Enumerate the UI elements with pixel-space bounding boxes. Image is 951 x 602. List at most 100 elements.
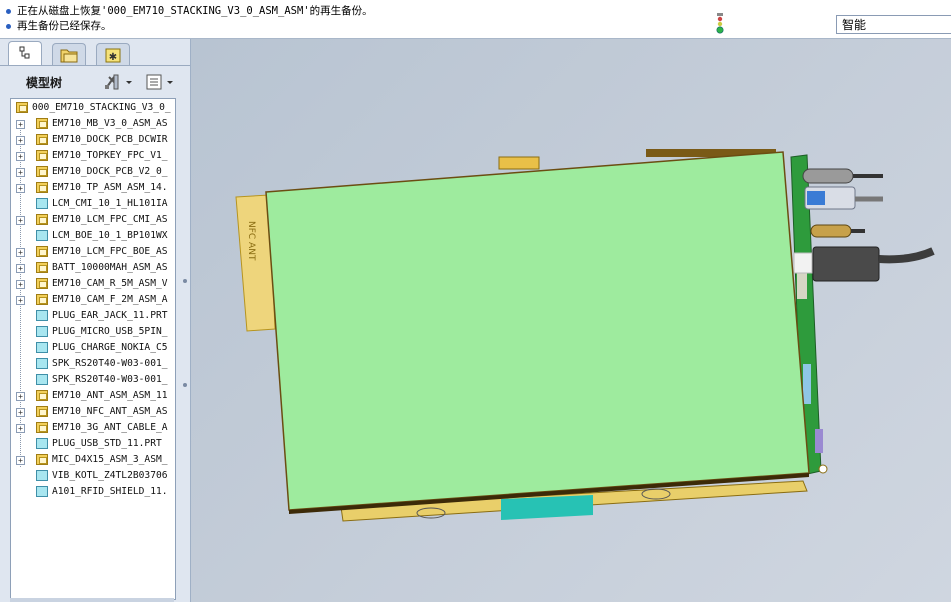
tree-item[interactable]: LCM_CMI_10_1_HL101IA (11, 196, 175, 212)
tree-title: 模型树 (26, 76, 63, 90)
expand-icon[interactable]: + (16, 392, 25, 401)
tree-item[interactable]: PLUG_CHARGE_NOKIA_C5 (11, 340, 175, 356)
tree-item[interactable]: + EM710_CAM_F_2M_ASM_A (11, 292, 175, 308)
smart-filter-select[interactable]: 智能 (836, 15, 951, 34)
part-icon (36, 470, 48, 481)
expand-icon[interactable]: + (16, 296, 25, 305)
tree-item-label: PLUG_CHARGE_NOKIA_C5 (52, 342, 168, 353)
tree-item-label: EM710_3G_ANT_CABLE_A (52, 422, 168, 433)
tree-item[interactable]: PLUG_MICRO_USB_5PIN_ (11, 324, 175, 340)
tree-item-label: A101_RFID_SHIELD_11. (52, 486, 168, 497)
tree-item[interactable]: A101_RFID_SHIELD_11. (11, 484, 175, 500)
expand-icon[interactable]: + (16, 248, 25, 257)
tree-header: 模型树 (6, 69, 184, 95)
folder-browser-tab-icon (60, 49, 78, 63)
tree-item[interactable]: LCM_BOE_10_1_BP101WX (11, 228, 175, 244)
tree-item-label: EM710_DOCK_PCB_DCWIR (52, 134, 168, 145)
assembly-icon (36, 246, 48, 257)
tree-item[interactable]: PLUG_EAR_JACK_11.PRT (11, 308, 175, 324)
tree-tools-button[interactable] (101, 72, 137, 92)
tree-item[interactable]: + EM710_ANT_ASM_ASM_11 (11, 388, 175, 404)
lcd-panel[interactable] (265, 151, 810, 511)
3d-model[interactable]: NFC ANT (191, 39, 951, 602)
assembly-icon (36, 454, 48, 465)
connector-part[interactable] (803, 364, 811, 404)
tree-item[interactable]: + MIC_D4X15_ASM_3_ASM_ (11, 452, 175, 468)
tree-item[interactable]: SPK_RS20T40-W03-001_ (11, 356, 175, 372)
tree-item-label: EM710_TP_ASM_ASM_14. (52, 182, 168, 193)
tree-item-label: EM710_CAM_F_2M_ASM_A (52, 294, 168, 305)
expand-icon[interactable]: + (16, 280, 25, 289)
tree-item-label: LCM_BOE_10_1_BP101WX (52, 230, 168, 241)
assembly-icon (36, 422, 48, 433)
tree-item-label: SPK_RS20T40-W03-001_ (52, 358, 168, 369)
nfc-label: NFC ANT (246, 221, 256, 261)
tree-item[interactable]: VIB_KOTL_Z4TL2B03706 (11, 468, 175, 484)
model-tree-tab-icon (19, 46, 30, 59)
tab-folder-browser[interactable] (52, 43, 86, 66)
part-icon (36, 230, 48, 241)
tree-item-label: PLUG_USB_STD_11.PRT (52, 438, 162, 449)
status-light-icon[interactable] (715, 13, 725, 35)
tree-item-label: EM710_MB_V3_0_ASM_AS (52, 118, 168, 129)
expand-icon[interactable]: + (16, 408, 25, 417)
tree-item[interactable]: + EM710_3G_ANT_CABLE_A (11, 420, 175, 436)
hdmi-plug[interactable] (812, 246, 880, 282)
tree-item-label: EM710_DOCK_PCB_V2_0_ (52, 166, 168, 177)
assembly-icon (36, 390, 48, 401)
tab-favorites[interactable]: ✱ (96, 43, 130, 66)
mic-part[interactable] (815, 429, 823, 453)
tree-item[interactable]: + EM710_LCM_FPC_CMI_AS (11, 212, 175, 228)
horizontal-scrollbar[interactable] (10, 598, 174, 602)
bottom-flex-part[interactable] (501, 495, 593, 520)
tree-item[interactable]: + EM710_TP_ASM_ASM_14. (11, 180, 175, 196)
part-icon (36, 198, 48, 209)
tree-item[interactable]: + BATT_10000MAH_ASM_AS (11, 260, 175, 276)
top-connector-part[interactable] (498, 156, 540, 170)
expand-icon[interactable]: + (16, 136, 25, 145)
tree-item-label: EM710_TOPKEY_FPC_V1_ (52, 150, 168, 161)
expand-icon[interactable]: + (16, 168, 25, 177)
panel-splitter[interactable] (182, 249, 188, 459)
expand-icon[interactable]: + (16, 120, 25, 129)
expand-icon[interactable]: + (16, 456, 25, 465)
expand-icon[interactable]: + (16, 184, 25, 193)
tab-model-tree[interactable] (8, 41, 42, 66)
tree-item[interactable]: + EM710_MB_V3_0_ASM_AS (11, 116, 175, 132)
mounting-hole-part[interactable] (818, 464, 828, 474)
expand-icon[interactable]: + (16, 264, 25, 273)
part-icon (36, 438, 48, 449)
tree-item-label: VIB_KOTL_Z4TL2B03706 (52, 470, 168, 481)
favorites-tab-icon: ✱ (105, 48, 121, 63)
chevron-down-icon (126, 81, 132, 84)
tree-item-label: EM710_LCM_FPC_CMI_AS (52, 214, 168, 225)
charge-plug[interactable] (810, 224, 852, 238)
assembly-icon (36, 294, 48, 305)
tree-root[interactable]: 000_EM710_STACKING_V3_0_ (11, 100, 175, 116)
tree-item[interactable]: PLUG_USB_STD_11.PRT (11, 436, 175, 452)
expand-icon[interactable]: + (16, 152, 25, 161)
tree-item[interactable]: SPK_RS20T40-W03-001_ (11, 372, 175, 388)
info-bullet-icon (6, 23, 11, 29)
tree-item-label: LCM_CMI_10_1_HL101IA (52, 198, 168, 209)
expand-icon[interactable]: + (16, 216, 25, 225)
micro-usb-part[interactable] (793, 252, 813, 274)
tree-item[interactable]: + EM710_DOCK_PCB_DCWIR (11, 132, 175, 148)
graphics-viewport[interactable]: NFC ANT (191, 39, 951, 602)
tree-item[interactable]: + EM710_DOCK_PCB_V2_0_ (11, 164, 175, 180)
tree-show-button[interactable] (142, 72, 178, 92)
part-icon (36, 342, 48, 353)
expand-icon[interactable]: + (16, 424, 25, 433)
tree-show-icon (146, 74, 162, 90)
tree-item[interactable]: + EM710_CAM_R_5M_ASM_V (11, 276, 175, 292)
tree-item[interactable]: + EM710_NFC_ANT_ASM_AS (11, 404, 175, 420)
tree-item[interactable]: + EM710_TOPKEY_FPC_V1_ (11, 148, 175, 164)
splitter-grip-icon (183, 383, 187, 387)
model-tree: 000_EM710_STACKING_V3_0_ + EM710_MB_V3_0_… (10, 98, 176, 600)
tree-item-label: EM710_ANT_ASM_ASM_11 (52, 390, 168, 401)
navigator-panel: ✱ 模型树 000_EM710_STACKING_V3_0_ + EM710_M… (0, 39, 191, 602)
tree-item[interactable]: + EM710_LCM_FPC_BOE_AS (11, 244, 175, 260)
assembly-icon (36, 278, 48, 289)
assembly-icon (36, 134, 48, 145)
ear-jack-plug[interactable] (802, 168, 854, 184)
